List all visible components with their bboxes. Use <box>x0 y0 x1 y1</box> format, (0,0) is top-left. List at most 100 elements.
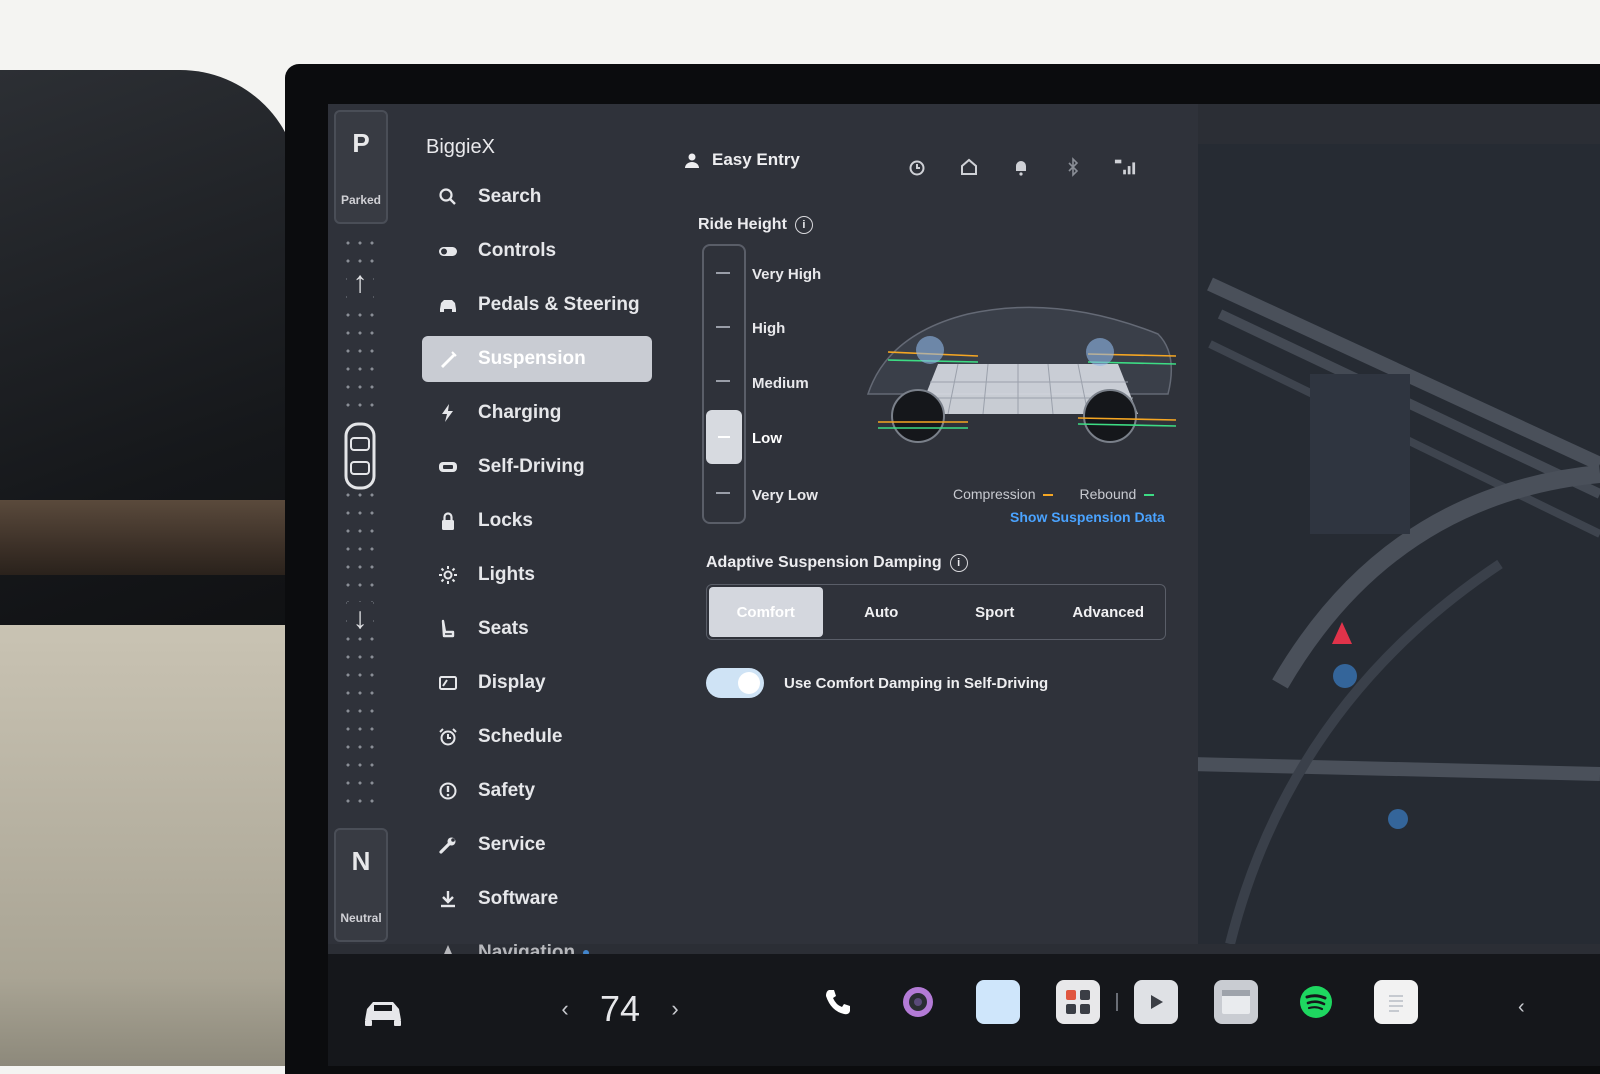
toybox-icon[interactable] <box>1056 980 1100 1024</box>
home-icon[interactable] <box>958 156 980 178</box>
profile-name[interactable]: BiggieX <box>426 136 495 159</box>
lock-icon <box>436 509 460 533</box>
temp-decrease-button[interactable]: ‹ <box>550 996 580 1022</box>
temp-increase-button[interactable]: › <box>660 996 690 1022</box>
nav-item-safety[interactable]: Safety <box>422 768 652 814</box>
phone-icon[interactable] <box>816 980 860 1024</box>
nav-item-pedals-steering[interactable]: Pedals & Steering <box>422 282 652 328</box>
bottom-bar: ‹ 74 › ‹ <box>328 954 1600 1066</box>
nav-label-controls: Controls <box>478 240 557 261</box>
nav-item-display[interactable]: Display <box>422 660 652 706</box>
seat-icon <box>436 617 460 641</box>
ride-height-option-selected[interactable]: Low <box>752 430 782 447</box>
nav-label-schedule: Schedule <box>478 726 563 747</box>
drive-up-arrow-icon[interactable]: ↑ <box>347 266 373 300</box>
dock-scroll-chevron[interactable]: ‹ <box>1518 996 1525 1019</box>
browser-icon[interactable] <box>1214 980 1258 1024</box>
comfort-damping-label: Use Comfort Damping in Self-Driving <box>784 675 1049 692</box>
notepad-icon[interactable] <box>1374 980 1418 1024</box>
nav-item-seats[interactable]: Seats <box>422 606 652 652</box>
nav-label-suspension: Suspension <box>478 348 586 369</box>
damping-option-auto[interactable]: Auto <box>825 585 939 639</box>
bell-icon[interactable] <box>1010 156 1032 178</box>
nav-item-self-driving[interactable]: Self-Driving <box>422 444 652 490</box>
driver-profile[interactable]: Easy Entry <box>684 150 800 170</box>
lightning-icon <box>436 401 460 425</box>
damping-option-advanced[interactable]: Advanced <box>1052 585 1166 639</box>
legend-rebound: Rebound <box>1079 486 1155 502</box>
app-dock <box>816 980 1418 1024</box>
status-icons <box>906 156 1136 178</box>
nav-item-controls[interactable]: Controls <box>422 228 652 274</box>
suspension-legend: Compression Rebound <box>953 486 1155 502</box>
gear-neutral[interactable]: N Neutral <box>334 828 388 942</box>
theater-icon[interactable] <box>1134 980 1178 1024</box>
reverse-down-arrow-icon[interactable]: ↓ <box>347 602 373 636</box>
steering-wheel-icon <box>436 455 460 479</box>
height-tick <box>716 326 730 328</box>
sun-icon <box>436 563 460 587</box>
alarm-icon[interactable] <box>906 156 928 178</box>
nav-item-schedule[interactable]: Schedule <box>422 714 652 760</box>
info-icon[interactable]: i <box>794 216 813 234</box>
person-icon <box>685 153 699 168</box>
ride-height-option[interactable]: Medium <box>752 375 809 392</box>
ride-height-slider[interactable] <box>702 244 746 524</box>
height-tick <box>716 492 730 494</box>
ride-height-option[interactable]: Very Low <box>752 487 818 504</box>
compression-swatch <box>1043 494 1054 497</box>
alert-icon <box>436 779 460 803</box>
damping-option-sport[interactable]: Sport <box>938 585 1052 639</box>
suspension-icon <box>436 347 460 371</box>
search-icon <box>436 185 460 209</box>
nav-item-locks[interactable]: Locks <box>422 498 652 544</box>
gear-park-letter: P <box>352 128 370 158</box>
app-tile-icon[interactable] <box>976 980 1020 1024</box>
gear-selector[interactable]: P Parked ↑ ↓ N Neutral <box>334 110 388 942</box>
ride-height-option[interactable]: High <box>752 320 785 337</box>
damping-option-comfort[interactable]: Comfort <box>709 587 823 637</box>
ride-height-handle[interactable] <box>706 410 742 464</box>
nav-label-safety: Safety <box>478 780 536 801</box>
ride-height-option[interactable]: Very High <box>752 266 821 283</box>
nav-item-suspension[interactable]: Suspension <box>422 336 652 382</box>
nav-label-lights: Lights <box>478 564 535 585</box>
nav-label-pedals-steering: Pedals & Steering <box>478 294 640 315</box>
nav-item-search[interactable]: Search <box>422 174 652 220</box>
ride-height-title: Ride Height i <box>698 216 813 234</box>
comfort-damping-toggle[interactable] <box>706 668 764 698</box>
nav-item-charging[interactable]: Charging <box>422 390 652 436</box>
nav-label-display: Display <box>478 672 546 693</box>
temperature-value[interactable]: 74 <box>580 988 660 1030</box>
cabin-temperature: ‹ 74 › <box>550 988 690 1030</box>
suspension-car-visual <box>858 294 1180 454</box>
info-icon[interactable]: i <box>949 554 968 572</box>
gear-park[interactable]: P Parked <box>334 110 388 224</box>
car-icon[interactable] <box>362 996 404 1028</box>
nav-item-service[interactable]: Service <box>422 822 652 868</box>
damping-mode-selector: Comfort Auto Sport Advanced <box>706 584 1166 640</box>
settings-panel: P Parked ↑ ↓ N Neutral BiggieX Search Co… <box>328 104 1198 963</box>
map-view[interactable] <box>1170 144 1600 944</box>
legend-compression: Compression <box>953 486 1054 502</box>
nav-label-service: Service <box>478 834 546 855</box>
camera-icon[interactable] <box>896 980 940 1024</box>
damping-title-text: Adaptive Suspension Damping <box>706 554 942 571</box>
nav-label-software: Software <box>478 888 559 909</box>
settings-nav: Search Controls Pedals & Steering Suspen… <box>422 174 652 984</box>
nav-label-charging: Charging <box>478 402 562 423</box>
lte-signal-icon <box>1114 156 1136 178</box>
nav-item-software[interactable]: Software <box>422 876 652 922</box>
nav-label-seats: Seats <box>478 618 529 639</box>
nav-item-lights[interactable]: Lights <box>422 552 652 598</box>
car-top-view-icon <box>342 420 378 492</box>
toggle-icon <box>436 239 460 263</box>
touchscreen: P Parked ↑ ↓ N Neutral BiggieX Search Co… <box>328 104 1600 1066</box>
gear-neutral-letter: N <box>351 846 371 876</box>
spotify-icon[interactable] <box>1294 980 1338 1024</box>
bluetooth-icon[interactable] <box>1062 156 1084 178</box>
nav-label-self-driving: Self-Driving <box>478 456 585 477</box>
legend-compression-label: Compression <box>953 486 1036 502</box>
gear-track <box>342 234 378 814</box>
show-suspension-data-link[interactable]: Show Suspension Data <box>1010 509 1165 525</box>
